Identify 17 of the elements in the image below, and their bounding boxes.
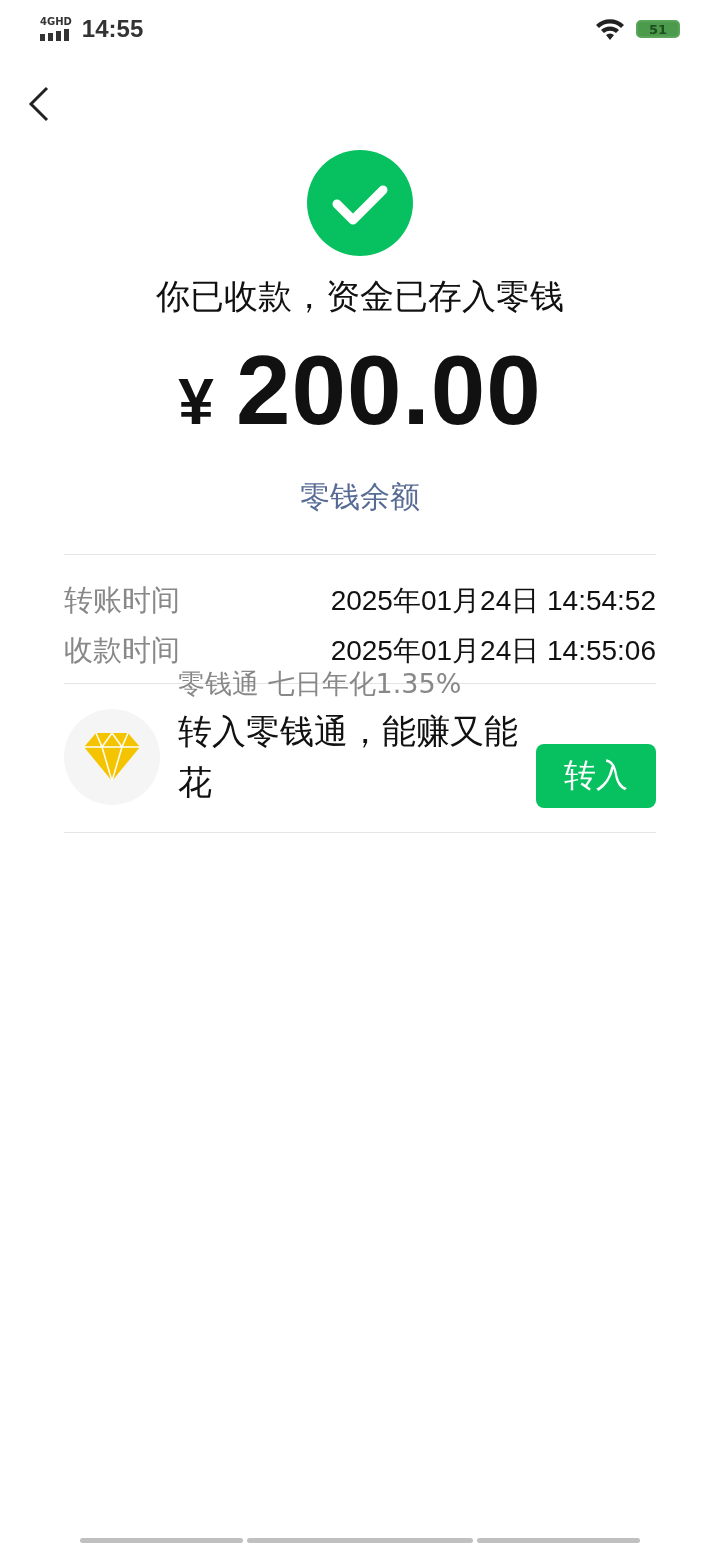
currency-symbol: ¥ — [178, 365, 214, 439]
detail-value: 2025年01月24日 14:55:06 — [330, 634, 656, 668]
success-check-icon — [307, 150, 413, 256]
detail-value: 2025年01月24日 14:54:52 — [330, 584, 656, 618]
amount: 200.00 — [235, 334, 542, 447]
status-message: 你已收款，资金已存入零钱 — [156, 275, 564, 318]
detail-label: 转账时间 — [64, 582, 180, 619]
signal-icon — [40, 29, 70, 41]
back-icon[interactable] — [28, 86, 50, 122]
promo-title: 转入零钱通，能赚又能花 — [178, 710, 518, 804]
network-label: 4GHD — [40, 17, 72, 27]
clock: 14:55 — [81, 15, 144, 43]
promo-subtitle: 零钱通 七日年化1.35% — [178, 667, 463, 701]
balance-link[interactable]: 零钱余额 — [300, 477, 420, 518]
battery-percentage: 51 — [648, 21, 668, 37]
wifi-icon — [594, 17, 626, 41]
detail-label: 收款时间 — [64, 632, 180, 669]
